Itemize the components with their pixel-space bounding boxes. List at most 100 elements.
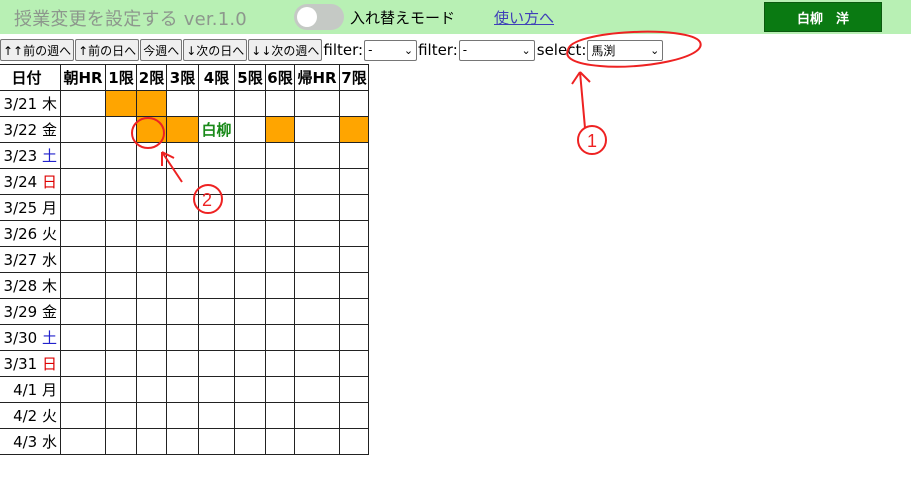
timetable-cell[interactable] xyxy=(198,194,235,221)
timetable-cell[interactable] xyxy=(105,324,137,351)
prev-day-button[interactable]: ↑前の日へ xyxy=(75,39,140,61)
timetable-cell[interactable] xyxy=(339,272,369,299)
timetable-cell[interactable] xyxy=(60,324,106,351)
timetable-cell[interactable] xyxy=(198,90,235,117)
timetable-cell[interactable] xyxy=(265,194,295,221)
timetable-cell[interactable] xyxy=(265,272,295,299)
timetable-cell[interactable] xyxy=(265,142,295,169)
timetable-cell[interactable] xyxy=(136,194,167,221)
timetable-cell[interactable] xyxy=(105,272,137,299)
timetable-cell[interactable] xyxy=(166,376,199,403)
timetable-cell[interactable] xyxy=(198,428,235,455)
timetable-cell[interactable] xyxy=(339,324,369,351)
timetable-cell[interactable] xyxy=(294,350,340,377)
timetable-cell[interactable] xyxy=(339,376,369,403)
timetable-cell[interactable] xyxy=(234,142,266,169)
timetable-cell[interactable] xyxy=(60,168,106,195)
timetable-cell[interactable] xyxy=(198,350,235,377)
timetable-cell[interactable] xyxy=(105,246,137,273)
timetable-cell[interactable] xyxy=(136,116,167,143)
timetable-cell[interactable] xyxy=(105,194,137,221)
timetable-cell[interactable] xyxy=(234,272,266,299)
teacher-select[interactable]: 馬渕 ⌄ xyxy=(587,39,664,61)
filter-select-1[interactable]: - ⌄ xyxy=(364,39,418,61)
timetable-cell[interactable] xyxy=(265,298,295,325)
timetable-cell[interactable] xyxy=(136,168,167,195)
timetable-cell[interactable] xyxy=(339,90,369,117)
timetable-cell[interactable] xyxy=(265,324,295,351)
timetable-cell[interactable] xyxy=(265,428,295,455)
timetable-cell[interactable] xyxy=(136,402,167,429)
timetable-cell[interactable] xyxy=(60,272,106,299)
timetable-cell[interactable] xyxy=(166,324,199,351)
timetable-cell[interactable] xyxy=(60,142,106,169)
timetable-cell[interactable] xyxy=(198,246,235,273)
timetable-cell[interactable] xyxy=(60,220,106,247)
timetable-cell[interactable] xyxy=(198,402,235,429)
timetable-cell[interactable] xyxy=(294,402,340,429)
timetable-cell[interactable] xyxy=(265,168,295,195)
timetable-cell[interactable] xyxy=(60,428,106,455)
timetable-cell[interactable] xyxy=(105,298,137,325)
timetable-cell[interactable] xyxy=(166,350,199,377)
timetable-cell[interactable] xyxy=(136,376,167,403)
timetable-cell[interactable] xyxy=(339,168,369,195)
timetable-cell[interactable] xyxy=(339,350,369,377)
timetable-cell[interactable] xyxy=(60,376,106,403)
timetable-cell[interactable] xyxy=(265,220,295,247)
timetable-cell[interactable] xyxy=(166,298,199,325)
timetable-cell[interactable]: 白柳 xyxy=(198,116,235,143)
this-week-button[interactable]: 今週へ xyxy=(140,39,183,61)
timetable-cell[interactable] xyxy=(339,142,369,169)
timetable-cell[interactable] xyxy=(234,402,266,429)
timetable-cell[interactable] xyxy=(60,90,106,117)
usage-link[interactable]: 使い方へ xyxy=(494,7,554,28)
timetable-cell[interactable] xyxy=(294,168,340,195)
timetable-cell[interactable] xyxy=(198,220,235,247)
timetable-cell[interactable] xyxy=(136,90,167,117)
filter-select-2[interactable]: - ⌄ xyxy=(458,39,535,61)
timetable-cell[interactable] xyxy=(339,298,369,325)
timetable-cell[interactable] xyxy=(234,324,266,351)
timetable-cell[interactable] xyxy=(198,298,235,325)
timetable-cell[interactable] xyxy=(105,402,137,429)
timetable-cell[interactable] xyxy=(105,168,137,195)
timetable-cell[interactable] xyxy=(294,324,340,351)
timetable-cell[interactable] xyxy=(105,376,137,403)
timetable-cell[interactable] xyxy=(339,402,369,429)
timetable-cell[interactable] xyxy=(105,428,137,455)
timetable-cell[interactable] xyxy=(265,376,295,403)
timetable-cell[interactable] xyxy=(60,194,106,221)
swap-mode-toggle[interactable] xyxy=(294,4,344,30)
timetable-cell[interactable] xyxy=(234,168,266,195)
timetable-cell[interactable] xyxy=(339,220,369,247)
timetable-cell[interactable] xyxy=(166,142,199,169)
prev-week-button[interactable]: ↑↑前の週へ xyxy=(0,39,75,61)
timetable-cell[interactable] xyxy=(166,246,199,273)
timetable-cell[interactable] xyxy=(136,220,167,247)
timetable-cell[interactable] xyxy=(166,90,199,117)
user-button[interactable]: 白柳 洋 xyxy=(764,2,882,32)
timetable-cell[interactable] xyxy=(339,194,369,221)
timetable-cell[interactable] xyxy=(294,142,340,169)
timetable-cell[interactable] xyxy=(234,376,266,403)
timetable-cell[interactable] xyxy=(166,194,199,221)
next-week-button[interactable]: ↓↓次の週へ xyxy=(248,39,323,61)
timetable-cell[interactable] xyxy=(105,142,137,169)
timetable-cell[interactable] xyxy=(339,428,369,455)
timetable-cell[interactable] xyxy=(294,194,340,221)
timetable-cell[interactable] xyxy=(166,220,199,247)
timetable-cell[interactable] xyxy=(166,272,199,299)
timetable-cell[interactable] xyxy=(294,90,340,117)
timetable-cell[interactable] xyxy=(265,350,295,377)
timetable-cell[interactable] xyxy=(294,272,340,299)
timetable-cell[interactable] xyxy=(166,168,199,195)
timetable-cell[interactable] xyxy=(136,246,167,273)
timetable-cell[interactable] xyxy=(60,298,106,325)
timetable-cell[interactable] xyxy=(265,116,295,143)
timetable-cell[interactable] xyxy=(265,246,295,273)
timetable-cell[interactable] xyxy=(60,350,106,377)
timetable-cell[interactable] xyxy=(294,220,340,247)
timetable-cell[interactable] xyxy=(339,116,369,143)
timetable-cell[interactable] xyxy=(105,90,137,117)
